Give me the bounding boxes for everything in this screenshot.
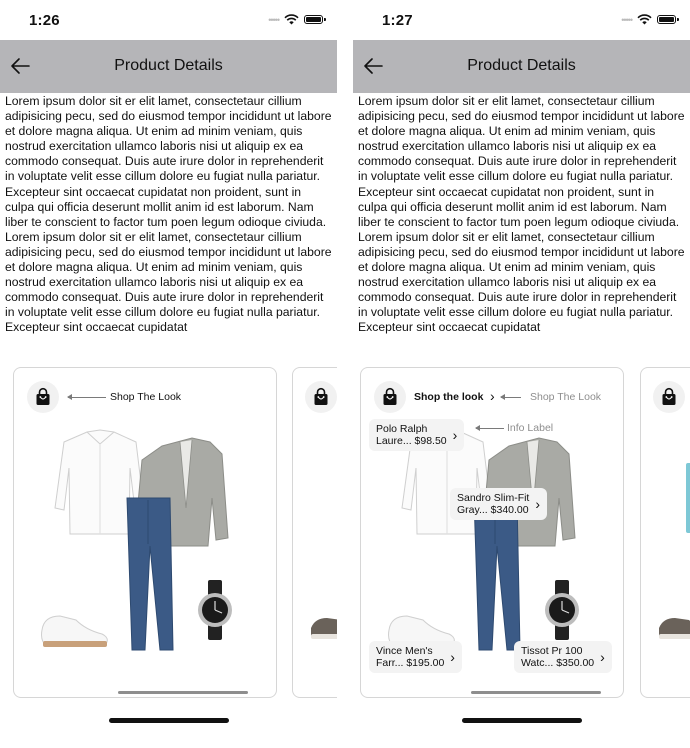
- product-tag-polo-ralph[interactable]: Polo Ralph Laure... $98.50 ›: [369, 419, 465, 451]
- chevron-right-icon: ›: [450, 649, 455, 665]
- shop-the-look-button-next[interactable]: [305, 381, 337, 413]
- status-bar: 1:26 •••••: [0, 0, 337, 40]
- chevron-right-icon: ›: [535, 496, 541, 512]
- product-description: Lorem ipsum dolor sit er elit lamet, con…: [5, 94, 332, 335]
- wifi-icon: [637, 13, 652, 24]
- shoe-image: [311, 618, 337, 639]
- signal-icon: •••••: [621, 15, 633, 25]
- status-bar: 1:27 •••••: [353, 0, 690, 40]
- battery-icon: [657, 14, 679, 24]
- peek-garment-image: [686, 463, 690, 533]
- wifi-icon: [284, 13, 299, 24]
- battery-icon: [304, 14, 326, 24]
- navigation-bar: Product Details: [0, 40, 337, 93]
- chevron-right-icon: ›: [600, 649, 605, 665]
- outfit-image: [40, 429, 232, 651]
- shop-the-look-card[interactable]: Shop the look › Shop The Look Polo Ralph…: [360, 367, 624, 698]
- product-tag-tissot[interactable]: Tissot Pr 100 Watc... $350.00 ›: [514, 641, 612, 673]
- annotation-info-label: Info Label: [507, 422, 554, 434]
- product-tag-sandro[interactable]: Sandro Slim-Fit Gray... $340.00 ›: [450, 488, 548, 520]
- navigation-bar: Product Details: [353, 40, 690, 93]
- next-look-card[interactable]: [640, 367, 690, 698]
- shoe-image: [659, 618, 690, 639]
- home-indicator: [108, 718, 229, 723]
- shopping-bag-icon: [661, 387, 677, 406]
- screen-after: 1:27 ••••• Product Details Lorem ipsum d…: [353, 0, 690, 748]
- page-title: Product Details: [467, 57, 576, 74]
- horizontal-scroll-indicator: [471, 691, 601, 694]
- annotation-arrow: [475, 425, 504, 431]
- shop-the-look-card[interactable]: Shop The Look: [13, 367, 277, 698]
- signal-icon: •••••: [268, 15, 280, 25]
- product-description: Lorem ipsum dolor sit er elit lamet, con…: [358, 94, 685, 335]
- shopping-bag-icon: [313, 387, 329, 406]
- horizontal-scroll-indicator: [118, 691, 248, 694]
- page-title: Product Details: [114, 57, 223, 74]
- chevron-right-icon: ›: [452, 427, 458, 443]
- next-look-card[interactable]: [292, 367, 337, 698]
- product-tag-vince[interactable]: Vince Men's Farr... $195.00 ›: [369, 641, 462, 673]
- home-indicator: [461, 718, 582, 723]
- screen-before: 1:26 ••••• Product Details Lorem ipsum d…: [0, 0, 337, 748]
- status-time: 1:27: [382, 12, 413, 29]
- status-time: 1:26: [29, 12, 60, 29]
- shop-the-look-button-next[interactable]: [653, 381, 685, 413]
